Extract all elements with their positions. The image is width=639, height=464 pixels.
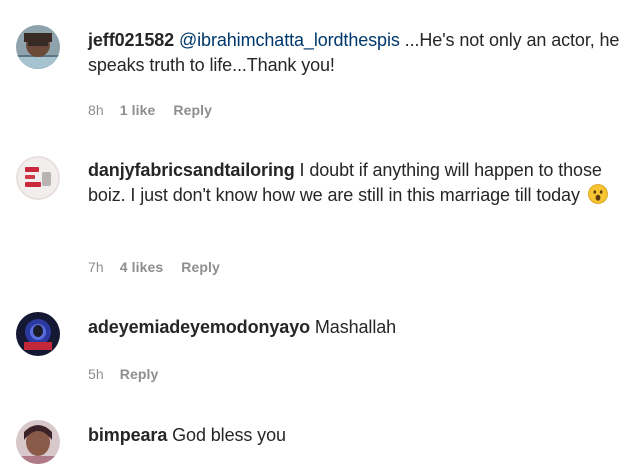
comment-username[interactable]: adeyemiadeyemodonyayo <box>88 317 310 337</box>
astonished-face-emoji-icon <box>587 184 608 204</box>
comment-time: 5h <box>88 366 104 382</box>
user-avatar-icon[interactable] <box>16 25 60 69</box>
comment-likes[interactable]: 4 likes <box>120 259 164 275</box>
comment-time: 8h <box>88 102 104 118</box>
comment-username[interactable]: bimpeara <box>88 425 167 445</box>
reply-button[interactable]: Reply <box>173 102 212 118</box>
comment-likes[interactable]: 1 like <box>120 102 156 118</box>
comment-time: 7h <box>88 259 104 275</box>
comment-username[interactable]: jeff021582 <box>88 30 174 50</box>
comment-username[interactable]: danjyfabricsandtailoring <box>88 160 295 180</box>
comment-meta: 8h 1 like Reply <box>88 102 226 118</box>
brand-logo-avatar-icon[interactable] <box>16 156 60 200</box>
user-avatar-icon[interactable] <box>16 312 60 356</box>
comment-message: God bless you <box>167 425 286 445</box>
reply-button[interactable]: Reply <box>181 259 220 275</box>
comment-text: adeyemiadeyemodonyayo Mashallah <box>88 315 625 340</box>
reply-button[interactable]: Reply <box>120 366 159 382</box>
comment-text: danjyfabricsandtailoring I doubt if anyt… <box>88 158 625 208</box>
comment-meta: 5h Reply <box>88 366 172 382</box>
user-avatar-icon[interactable] <box>16 420 60 464</box>
comment-meta: 7h 4 likes Reply <box>88 259 234 275</box>
comment-mention[interactable]: @ibrahimchatta_lordthespis <box>179 30 400 50</box>
comment-text: bimpeara God bless you <box>88 423 625 448</box>
comment-text: jeff021582 @ibrahimchatta_lordthespis ..… <box>88 28 625 78</box>
comment-message: Mashallah <box>310 317 397 337</box>
